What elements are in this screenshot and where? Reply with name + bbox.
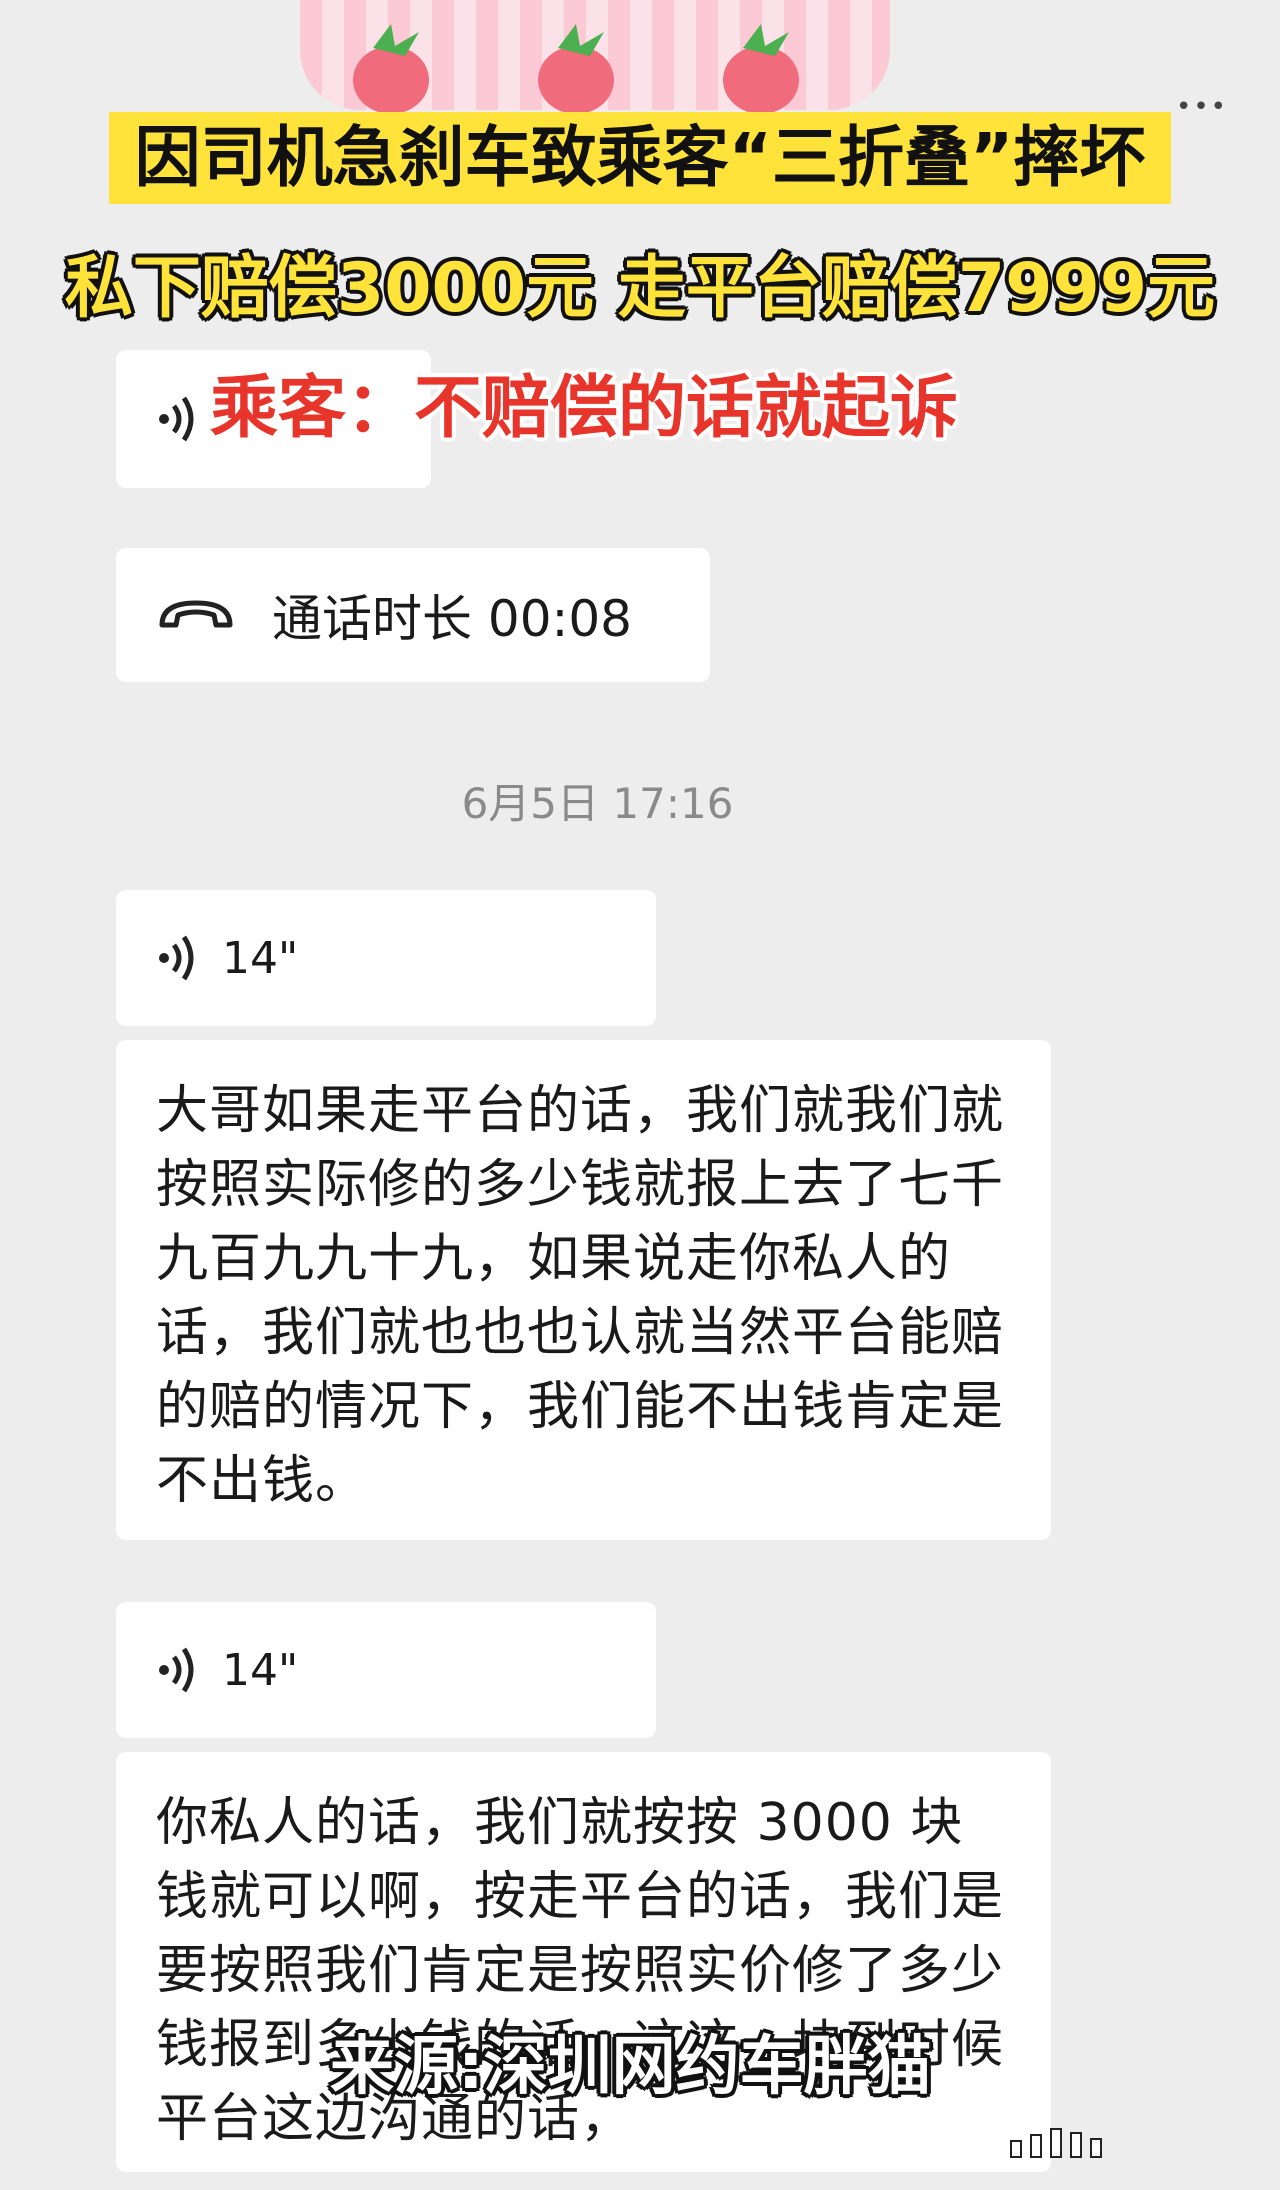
phone-handset-icon [159,600,233,628]
source-caption: 来源:深圳网约车胖猫 [330,2030,932,2104]
voice-wave-icon [159,1647,194,1693]
strawberry-icon [538,24,614,114]
voice-wave-icon [159,935,194,981]
voice-message-bubble[interactable]: 14" [116,890,656,1026]
strawberry-icon [723,24,799,114]
voice-transcription-bubble: 你私人的话，我们就按按 3000 块钱就可以啊，按走平台的话，我们是要按照我们肯… [116,1752,1051,2172]
message-timestamp: 6月5日 17:16 [461,779,734,828]
headline-subtitle: 私下赔偿3000元 走平台赔偿7999元 [64,249,1216,328]
headline-quote: 乘客：不赔偿的话就起诉 [210,369,959,448]
call-record-bubble[interactable]: 通话时长 00:08 [116,548,710,682]
transcription-text: 你私人的话，我们就按按 3000 块钱就可以啊，按走平台的话，我们是要按照我们肯… [156,1793,1005,2149]
signal-bars-icon [1010,2128,1102,2158]
voice-wave-icon [159,396,194,442]
call-duration-label: 通话时长 00:08 [272,590,632,648]
voice-duration: 14" [222,932,299,984]
strawberry-icon [353,24,429,114]
voice-duration: 14" [222,1644,299,1696]
headline-title: 因司机急刹车致乘客“三折叠”摔坏 [0,112,1280,204]
watermark-logo [829,1215,1230,1335]
voice-message-bubble[interactable]: 14" [116,1602,656,1738]
